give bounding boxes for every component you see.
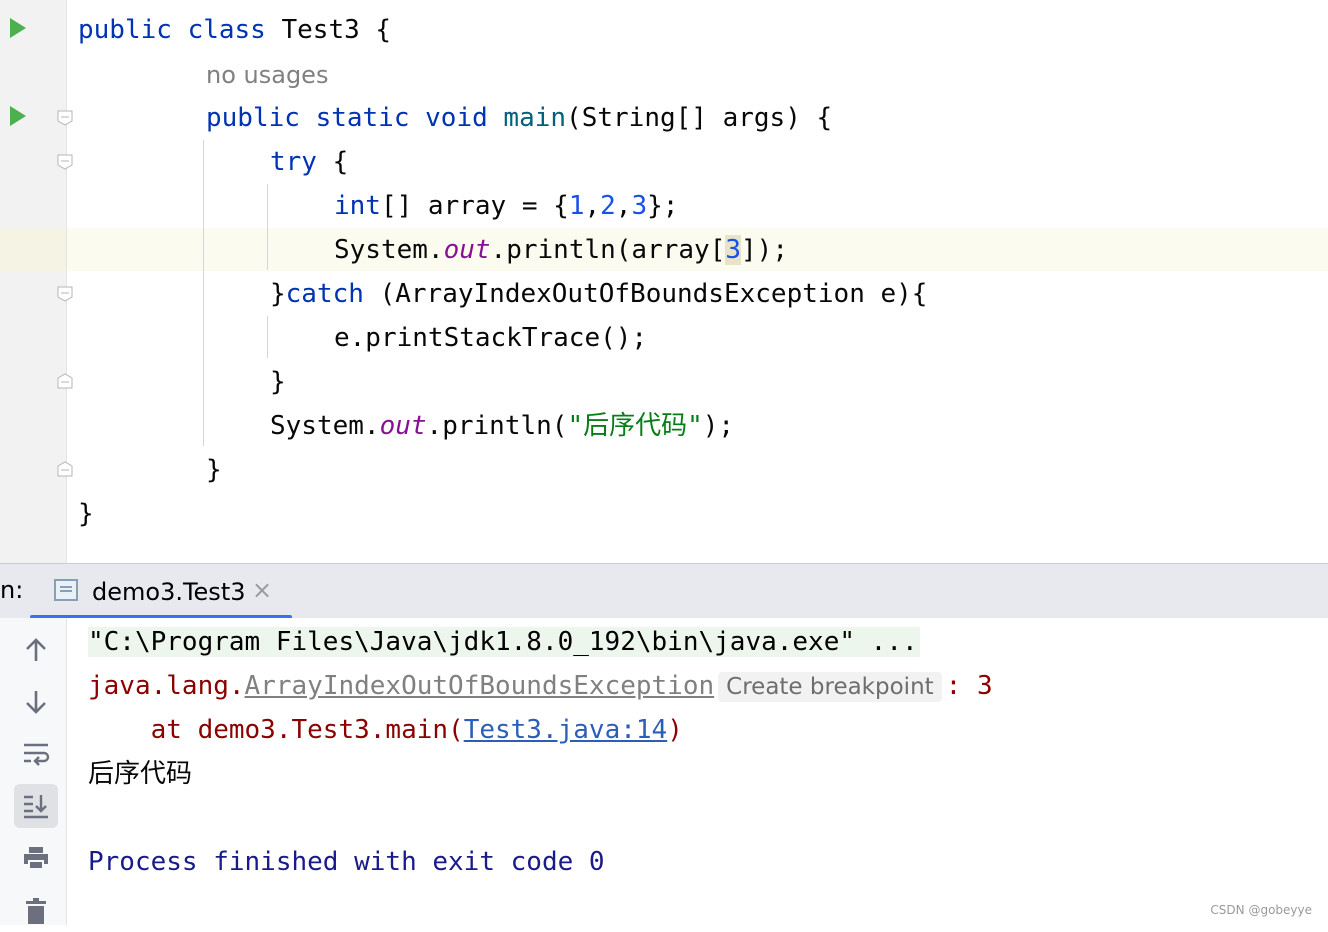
code-line-3: try { [270,147,349,177]
fold-open-icon[interactable] [57,286,73,302]
code-line-11: } [78,499,94,529]
fold-open-icon[interactable] [57,154,73,170]
console-icon [54,579,78,601]
run-tool-window-header: n: demo3.Test3 × [0,563,1328,619]
create-breakpoint-button[interactable]: Create breakpoint [718,672,942,702]
code-line-1: public class Test3 { [78,15,392,45]
console-stacktrace-line: at demo3.Test3.main(Test3.java:14) [88,715,683,745]
fold-close-icon[interactable] [57,461,73,477]
run-tab-title: demo3.Test3 [92,578,246,606]
code-line-7: e.printStackTrace(); [334,323,648,353]
run-tab[interactable]: demo3.Test3 × [30,564,292,619]
code-line-2: public static void main(String[] args) { [206,103,833,133]
indent-guide [267,184,268,270]
indent-guide [203,140,204,446]
console-toolbar [0,618,67,925]
fold-close-icon[interactable] [57,373,73,389]
console-output-line: 后序代码 [88,759,193,789]
code-line-4: int[] array = {1,2,3}; [334,191,679,221]
console-command-line: "C:\Program Files\Java\jdk1.8.0_192\bin\… [88,627,920,657]
watermark: CSDN @gobeyye [1210,903,1312,917]
down-arrow-icon[interactable] [14,680,58,724]
code-line-5: System.out.println(array[3]); [334,235,788,265]
code-editor[interactable]: public class Test3 { no usages public st… [0,0,1328,563]
code-line-6: }catch (ArrayIndexOutOfBoundsException e… [270,279,928,309]
close-icon[interactable]: × [252,576,272,604]
trash-icon[interactable] [14,888,58,932]
console-exception-line: java.lang.ArrayIndexOutOfBoundsException… [88,671,993,702]
tool-window-label: n: [0,576,24,604]
exception-link[interactable]: ArrayIndexOutOfBoundsException [245,671,715,701]
console-exit-line: Process finished with exit code 0 [88,847,605,877]
editor-gutter [0,0,67,563]
code-line-8: } [270,367,286,397]
indent-guide [267,316,268,358]
scroll-to-end-icon[interactable] [14,784,58,828]
up-arrow-icon[interactable] [14,628,58,672]
usage-hint[interactable]: no usages [206,53,328,97]
soft-wrap-icon[interactable] [14,732,58,776]
print-icon[interactable] [14,836,58,880]
run-class-icon[interactable] [10,18,26,38]
source-file-link[interactable]: Test3.java:14 [464,715,668,745]
console-output[interactable]: "C:\Program Files\Java\jdk1.8.0_192\bin\… [0,618,1328,925]
current-line-gutter-highlight [0,228,66,271]
run-main-icon[interactable] [10,106,26,126]
fold-open-icon[interactable] [57,110,73,126]
code-line-9: System.out.println("后序代码"); [270,411,735,441]
code-line-10: } [206,455,222,485]
